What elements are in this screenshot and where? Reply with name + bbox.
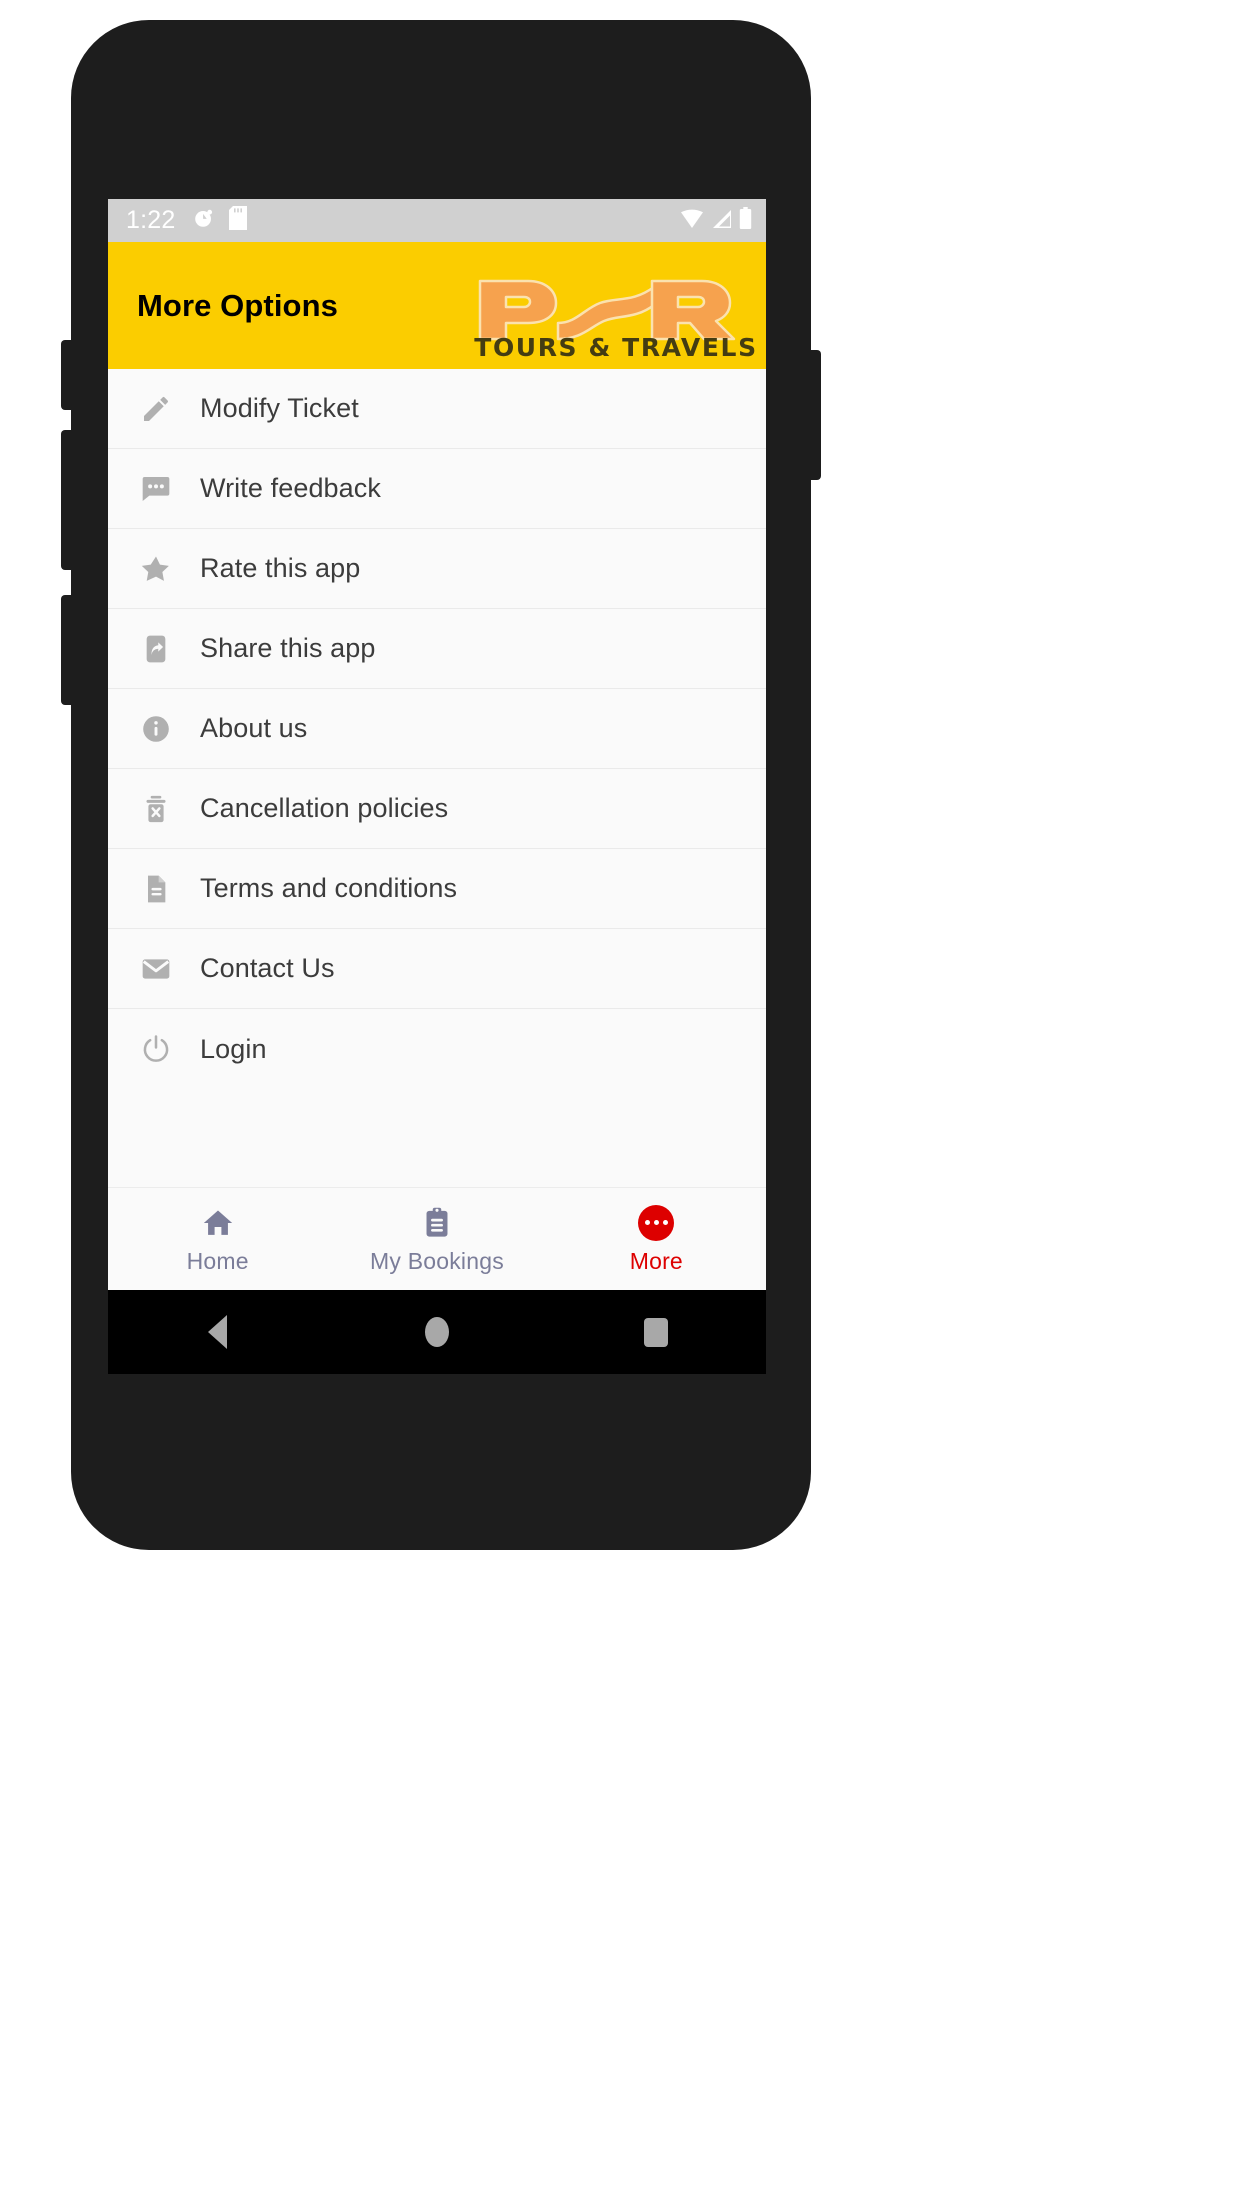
alarm-icon (193, 207, 215, 234)
list-item-terms-and-conditions[interactable]: Terms and conditions (108, 849, 766, 929)
volume-down-button[interactable] (61, 430, 73, 570)
list-item-label: Share this app (200, 633, 376, 663)
list-item-label: Login (200, 1033, 267, 1064)
status-clock: 1:22 (126, 206, 176, 234)
star-icon (138, 551, 174, 587)
list-item-write-feedback[interactable]: Write feedback (108, 449, 766, 529)
list-item-about-us[interactable]: About us (108, 689, 766, 769)
chat-bubble-icon (138, 471, 174, 507)
brand-logo-subtitle: TOURS & TRAVELS (474, 333, 758, 362)
list-item-label: Contact Us (200, 953, 335, 983)
list-item-label: Write feedback (200, 473, 381, 503)
delete-ticket-icon (138, 791, 174, 827)
wifi-icon (680, 209, 704, 234)
page-title: More Options (137, 287, 338, 323)
bottom-navigation: Home My Bookings More (108, 1187, 766, 1290)
list-item-label: Terms and conditions (200, 873, 458, 903)
power-button[interactable] (809, 350, 821, 480)
list-item-cancellation-policies[interactable]: Cancellation policies (108, 769, 766, 849)
list-item-label: Rate this app (200, 553, 361, 583)
home-circle-icon[interactable] (327, 1317, 546, 1347)
app-bar: More Options TOURS & TRAVELS (108, 242, 766, 369)
clipboard-icon (420, 1204, 454, 1242)
volume-up-button[interactable] (61, 340, 73, 410)
list-item-label: Modify Ticket (200, 393, 359, 423)
phone-frame: 1:22 More Options TOURS & TRAVELS Modify… (61, 20, 821, 1550)
list-item-label: Cancellation policies (200, 793, 449, 823)
android-system-nav (108, 1290, 766, 1374)
list-item-label: About us (200, 713, 308, 743)
list-empty-space (108, 1089, 766, 1187)
phone-share-icon (138, 631, 174, 667)
nav-tab-home[interactable]: Home (108, 1204, 327, 1275)
more-dots-icon (638, 1204, 675, 1242)
list-item-modify-ticket[interactable]: Modify Ticket (108, 369, 766, 449)
list-item-contact-us[interactable]: Contact Us (108, 929, 766, 1009)
nav-tab-my-bookings[interactable]: My Bookings (327, 1204, 546, 1275)
back-triangle-icon[interactable] (108, 1315, 327, 1349)
list-item-rate-this-app[interactable]: Rate this app (108, 529, 766, 609)
list-item-login[interactable]: Login (108, 1009, 766, 1089)
list-item-share-this-app[interactable]: Share this app (108, 609, 766, 689)
options-list: Modify Ticket Write feedback Rate this a… (108, 369, 766, 1187)
phone-screen: 1:22 More Options TOURS & TRAVELS Modify… (108, 199, 766, 1374)
info-circle-icon (138, 711, 174, 747)
nav-tab-label: More (629, 1247, 683, 1274)
battery-icon (739, 207, 752, 234)
status-bar: 1:22 (108, 199, 766, 242)
sd-card-icon (229, 206, 248, 235)
nav-tab-label: My Bookings (370, 1247, 504, 1274)
volume-mute-button[interactable] (61, 595, 73, 705)
nav-tab-label: Home (186, 1247, 249, 1274)
power-icon (138, 1031, 174, 1067)
recents-square-icon[interactable] (547, 1317, 766, 1347)
cell-signal-icon (711, 209, 732, 234)
home-icon (201, 1204, 235, 1242)
envelope-icon (138, 951, 174, 987)
pencil-icon (138, 391, 174, 427)
document-icon (138, 871, 174, 907)
nav-tab-more[interactable]: More (547, 1204, 766, 1275)
